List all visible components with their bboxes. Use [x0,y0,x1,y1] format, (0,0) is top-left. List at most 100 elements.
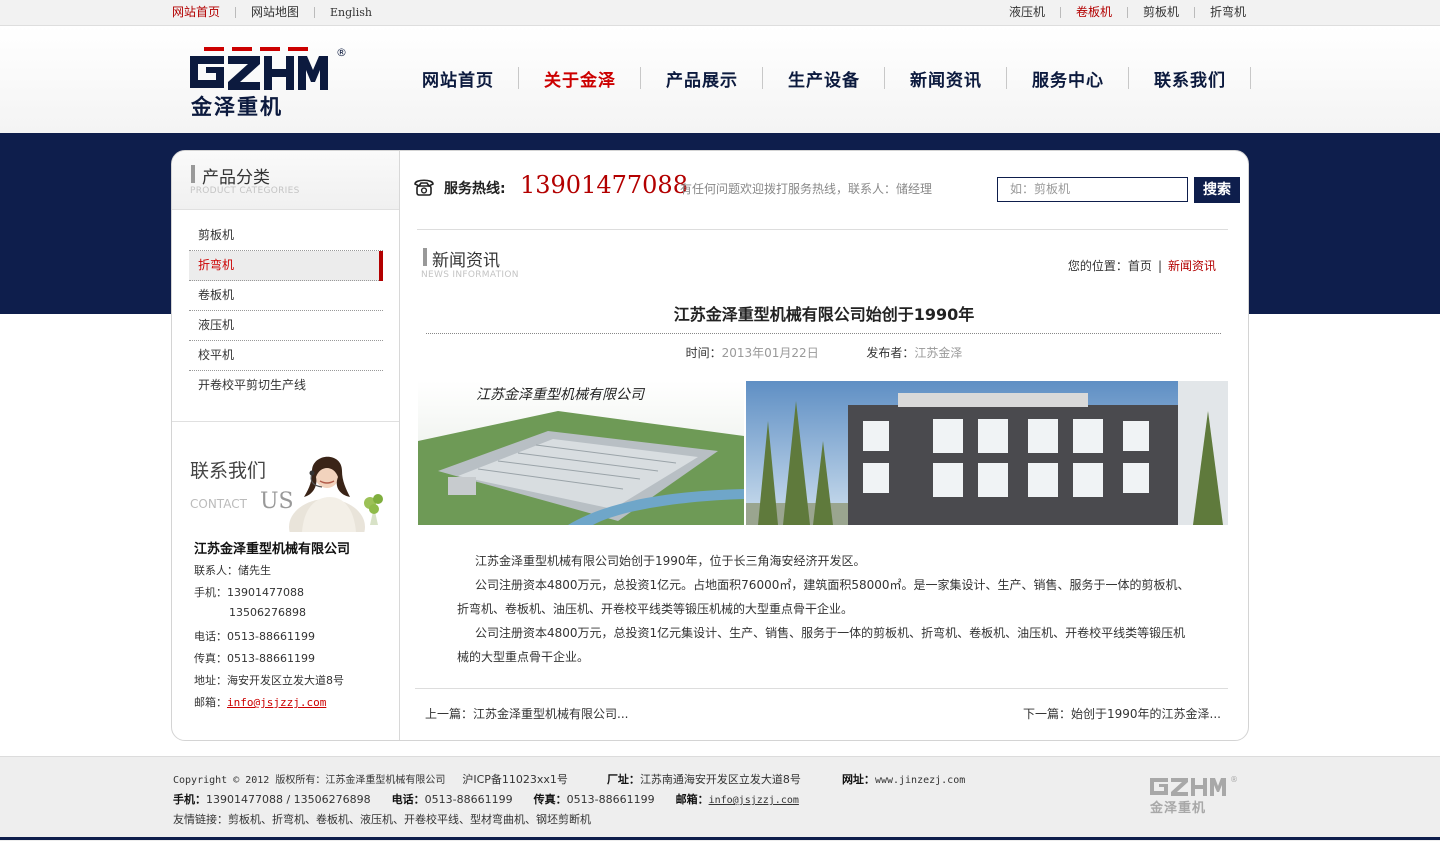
divider [1126,7,1128,18]
category-title: 产品分类 [202,168,270,188]
footer-icp[interactable]: 沪ICP备11023xx1号 [462,773,568,786]
footer-site[interactable]: www.jinzezj.com [875,775,965,786]
contact-title-en-b: US [260,489,294,514]
nav-divider [1250,67,1251,89]
site-header: ® 金泽重机 网站首页 关于金泽 产品展示 生产设备 新闻资讯 服务中心 联系我们 [0,26,1440,157]
category-header: 产品分类 PRODUCT CATEGORIES [172,151,399,210]
contact-mobile: 手机：13901477088 [194,586,304,599]
image-caption: 江苏金泽重型机械有限公司 [476,387,646,403]
logo-name: 金泽重机 [190,95,283,118]
footer-fax-label: 传真： [533,793,567,806]
footer-line-1: Copyright © 2012 版权所有：江苏金泽重型机械有限公司 沪ICP备… [173,771,965,787]
contact-email-row: 邮箱：info@jsjzzj.com [194,694,326,710]
section-subtitle: NEWS INFORMATION [421,270,519,280]
breadcrumb: 您的位置：首页 | 新闻资讯 [1068,257,1216,274]
top-link-sitemap[interactable]: 网站地图 [251,0,299,25]
hotline-bar: 服务热线: 13901477088 有任何问题欢迎拨打服务热线，联系人：储经理 … [412,171,1242,213]
contact-company: 江苏金泽重型机械有限公司 [194,542,351,557]
prev-article-link[interactable]: 上一篇：江苏金泽重型机械有限公司... [425,705,628,722]
nav-item-label: 服务中心 [1032,71,1104,91]
top-links-left: 网站首页 网站地图 English [172,0,372,25]
footer-tel-label: 电话： [391,793,425,806]
search-button[interactable]: 搜索 [1194,177,1240,203]
category-list: 剪板机 折弯机 卷板机 液压机 校平机 开卷校平剪切生产线 [189,221,383,400]
nav-item-label: 生产设备 [788,71,860,91]
category-subtitle: PRODUCT CATEGORIES [190,186,300,196]
article-paragraph: 公司注册资本4800万元，总投资1亿元。占地面积76000㎡，建筑面积58000… [457,578,1190,616]
article-image: 江苏金泽重型机械有限公司 [418,381,1228,525]
top-link-bending[interactable]: 折弯机 [1210,0,1246,25]
footer-factory-label: 厂址： [606,773,640,786]
nav-item-label: 网站首页 [422,71,494,91]
contact-title-cn: 联系我们 [190,460,266,482]
nav-item-label: 产品展示 [666,71,738,91]
hotline-note: 有任何问题欢迎拨打服务热线，联系人：储经理 [680,182,933,196]
hotline-label: 服务热线: [444,181,506,197]
sidebar-item[interactable]: 开卷校平剪切生产线 [189,371,383,400]
footer-logo: ® 金泽重机 [1149,774,1242,819]
contact-address: 地址：海安开发区立发大道8号 [194,674,344,687]
company-logo[interactable]: ® 金泽重机 [190,46,350,118]
article-paragraph: 公司注册资本4800万元，总投资1亿元集设计、生产、销售、服务于一体的剪板机、折… [457,626,1186,664]
article-meta: 时间：2013年01月22日 发布者：江苏金泽 [400,344,1248,361]
divider [1059,7,1061,18]
sidebar-item[interactable]: 校平机 [189,341,383,371]
footer-site-label: 网址： [841,773,875,786]
breadcrumb-separator: | [1157,259,1162,273]
top-link-rolling[interactable]: 卷板机 [1076,0,1112,25]
top-bar: 网站首页 网站地图 English 液压机 卷板机 剪板机 折弯机 [0,0,1440,26]
nav-item-label: 新闻资讯 [910,71,982,91]
sidebar-item[interactable]: 折弯机 [189,251,383,281]
article-time: 2013年01月22日 [721,346,819,360]
top-link-hydraulic[interactable]: 液压机 [1009,0,1045,25]
office-building-photo [746,381,1228,525]
article-body: 江苏金泽重型机械有限公司始创于1990年，位于长三角海安经济开发区。 公司注册资… [457,549,1192,669]
top-link-home[interactable]: 网站首页 [172,0,220,25]
sidebar: 产品分类 PRODUCT CATEGORIES 剪板机 折弯机 卷板机 液压机 校平机开… [172,151,400,740]
footer-fax: 0513-88661199 [566,793,655,806]
breadcrumb-home[interactable]: 首页 [1128,259,1152,273]
nav-item-label: 关于金泽 [544,71,616,91]
divider [235,7,237,18]
section-marker [191,165,195,183]
logo-reg-mark: ® [336,46,347,59]
phone-icon [412,175,436,202]
contact-title-en-a: CONTACT [190,497,248,511]
contact-banner: 联系我们 CONTACT US [184,437,390,555]
divider [415,688,1228,689]
search-input[interactable]: 如：剪板机 [997,177,1188,202]
top-links-right: 液压机 卷板机 剪板机 折弯机 [1009,0,1246,25]
section-marker [423,248,427,266]
next-article-link[interactable]: 下一篇：始创于1990年的江苏金泽... [1023,705,1221,722]
contact-person: 联系人：储先生 [194,564,271,577]
section-title: 新闻资讯 [432,251,500,271]
article-paragraph: 江苏金泽重型机械有限公司始创于1990年，位于长三角海安经济开发区。 [475,554,866,568]
footer-logo-name: 金泽重机 [1150,800,1206,816]
footer-copyright: Copyright © 2012 版权所有：江苏金泽重型机械有限公司 [173,775,446,786]
footer-links: 友情链接：剪板机、折弯机、卷板机、液压机、开卷校平线、型材弯曲机、钢坯剪断机 [173,813,591,826]
sidebar-item[interactable]: 卷板机 [189,281,383,311]
content-panel: 产品分类 PRODUCT CATEGORIES 剪板机 折弯机 卷板机 液压机 校平机开… [171,150,1249,741]
top-link-english[interactable]: English [330,0,372,25]
top-link-shearing[interactable]: 剪板机 [1143,0,1179,25]
main-content: 服务热线: 13901477088 有任何问题欢迎拨打服务热线，联系人：储经理 … [400,151,1248,740]
site-footer: Copyright © 2012 版权所有：江苏金泽重型机械有限公司 沪ICP备… [0,756,1440,841]
divider [1193,7,1195,18]
section-header: 新闻资讯 NEWS INFORMATION 您的位置：首页 | 新闻资讯 [417,245,1228,285]
sidebar-item[interactable]: 液压机 [189,311,383,341]
sidebar-item[interactable]: 剪板机 [189,221,383,251]
divider [417,229,1228,230]
hotline-number: 13901477088 [520,171,688,199]
breadcrumb-current[interactable]: 新闻资讯 [1168,259,1216,273]
footer-tel: 0513-88661199 [424,793,513,806]
footer-factory: 江苏南通海安开发区立发大道8号 [639,773,801,786]
footer-mobile: 13901477088 / 13506276898 [206,793,371,806]
contact-email-label: 邮箱： [194,696,227,709]
contact-email-link[interactable]: info@jsjzzj.com [227,696,326,709]
footer-email[interactable]: info@jsjzzj.com [709,795,799,806]
contact-fax: 传真：0513-88661199 [194,652,315,665]
article-title-divider [426,333,1221,334]
contact-box: 联系我们 CONTACT US 江苏金泽重型机械有限公司 联系人：储先生 手机：… [172,421,399,740]
footer-email-label: 邮箱： [675,793,709,806]
nav-item-label: 联系我们 [1154,71,1226,91]
